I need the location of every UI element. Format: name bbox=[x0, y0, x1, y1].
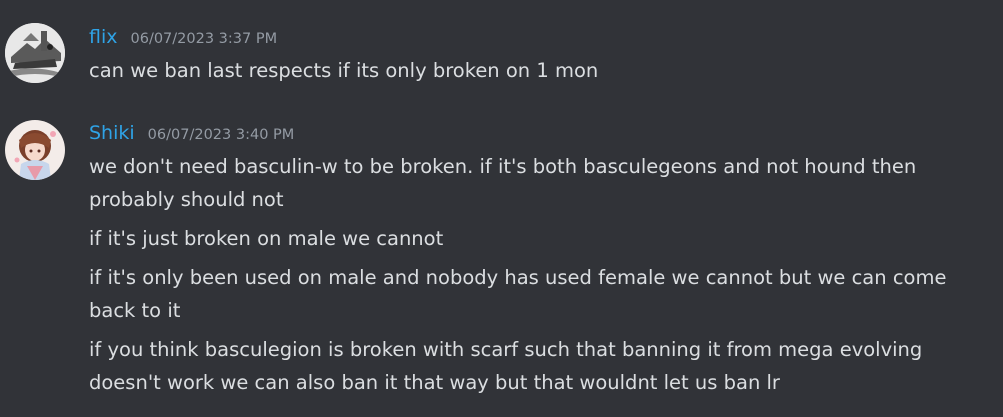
message-text: we don't need basculin-w to be broken. i… bbox=[89, 155, 917, 178]
message-text: can we ban last respects if its only bro… bbox=[89, 59, 599, 82]
message-text: if it's just broken on male we cannot bbox=[89, 227, 444, 250]
message-header: flix 06/07/2023 3:37 PM bbox=[89, 26, 277, 48]
message-header: Shiki 06/07/2023 3:40 PM bbox=[89, 122, 294, 144]
username[interactable]: Shiki bbox=[89, 122, 135, 144]
message-text: if it's only been used on male and nobod… bbox=[89, 266, 947, 289]
message-text: doesn't work we can also ban it that way… bbox=[89, 371, 780, 394]
timestamp[interactable]: 06/07/2023 3:40 PM bbox=[148, 127, 295, 143]
avatar[interactable] bbox=[5, 23, 65, 83]
message-text: back to it bbox=[89, 299, 181, 322]
shiki-avatar-image bbox=[5, 120, 65, 180]
avatar[interactable] bbox=[5, 120, 65, 180]
message-text: if you think basculegion is broken with … bbox=[89, 338, 923, 361]
flix-avatar-image bbox=[5, 23, 65, 83]
message-text: probably should not bbox=[89, 188, 284, 211]
username[interactable]: flix bbox=[89, 26, 118, 48]
timestamp[interactable]: 06/07/2023 3:37 PM bbox=[131, 31, 278, 47]
